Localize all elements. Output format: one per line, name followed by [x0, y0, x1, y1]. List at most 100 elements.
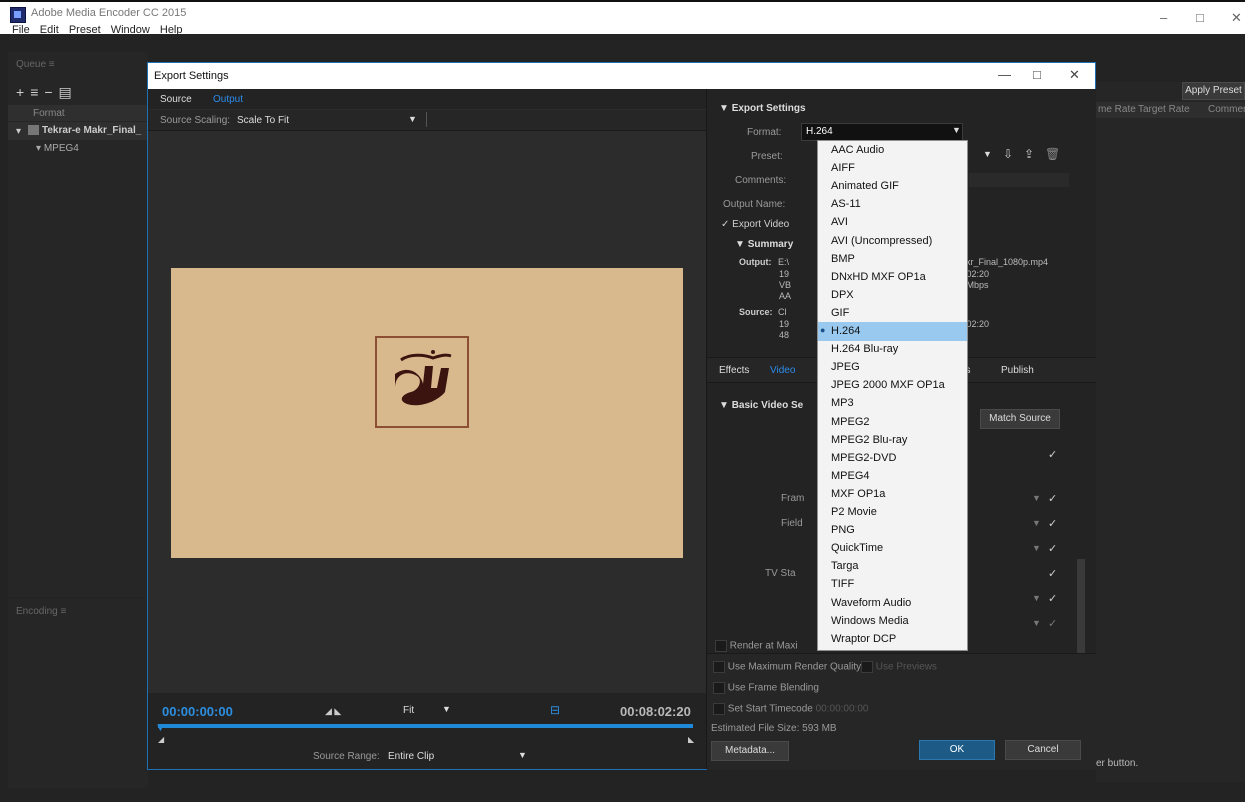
source-scaling-select[interactable]: Scale To Fit	[237, 115, 289, 126]
frame-rate-checkbox[interactable]: ✓	[1048, 492, 1057, 505]
format-option[interactable]: MPEG2-DVD	[831, 452, 896, 464]
tv-standard-checkbox[interactable]: ✓	[1048, 567, 1057, 580]
column-comment[interactable]: Commer	[1208, 104, 1245, 115]
chevron-down-icon[interactable]: ▼	[442, 704, 451, 714]
render-max-depth[interactable]: Render at Maxi	[715, 640, 798, 652]
minimize-button[interactable]: –	[1160, 10, 1167, 25]
format-option[interactable]: Wraptor DCP	[831, 633, 896, 645]
format-option[interactable]: AAC Audio	[831, 144, 884, 156]
format-option[interactable]: JPEG 2000 MXF OP1a	[831, 379, 945, 391]
start-timecode-checkbox[interactable]	[713, 703, 725, 715]
chevron-down-icon[interactable]: ▼	[1032, 618, 1041, 628]
expand-arrow-icon[interactable]: ▾	[16, 126, 21, 137]
level-checkbox[interactable]: ✓	[1048, 617, 1057, 630]
metadata-button[interactable]: Metadata...	[711, 741, 789, 761]
format-option[interactable]: MPEG2 Blu-ray	[831, 434, 907, 446]
tab-output[interactable]: Output	[213, 94, 243, 105]
format-option[interactable]: GIF	[831, 307, 849, 319]
summary-section[interactable]: ▼ Summary	[735, 239, 793, 250]
aspect-checkbox[interactable]: ✓	[1048, 542, 1057, 555]
format-option[interactable]: AS-11	[831, 198, 861, 210]
expand-arrow-icon[interactable]: ▾	[36, 143, 44, 154]
format-option[interactable]: DNxHD MXF OP1a	[831, 271, 926, 283]
export-video-checkbox[interactable]: ✓ Export Video	[721, 219, 789, 230]
tab-source[interactable]: Source	[160, 94, 192, 105]
start-timecode-option[interactable]: Set Start Timecode 00:00:00:00	[713, 703, 868, 715]
settings-icon[interactable]: ≡	[30, 84, 44, 100]
queue-subitem[interactable]: ▾ MPEG4	[36, 143, 79, 154]
import-preset-icon[interactable]: ⇪	[1024, 147, 1034, 161]
format-option[interactable]: QuickTime	[831, 542, 883, 554]
format-option[interactable]: Targa	[831, 560, 859, 572]
menu-edit[interactable]: Edit	[40, 24, 59, 36]
format-option[interactable]: MPEG2	[831, 416, 870, 428]
comments-input[interactable]	[969, 173, 1069, 187]
add-source-icon[interactable]: +	[16, 84, 30, 100]
basic-video-section[interactable]: ▼ Basic Video Se	[719, 400, 803, 411]
format-option[interactable]: DPX	[831, 289, 854, 301]
use-previews-option[interactable]: Use Previews	[861, 661, 937, 673]
format-option[interactable]: AVI (Uncompressed)	[831, 235, 932, 247]
source-range-select[interactable]: Entire Clip	[388, 751, 434, 762]
chevron-down-icon[interactable]: ▼	[952, 125, 961, 135]
chevron-down-icon[interactable]: ▼	[1032, 493, 1041, 503]
profile-checkbox[interactable]: ✓	[1048, 592, 1057, 605]
chevron-down-icon[interactable]: ▼	[408, 114, 417, 124]
apply-preset-button[interactable]: Apply Preset	[1182, 82, 1245, 100]
format-option[interactable]: AIFF	[831, 162, 855, 174]
dialog-minimize-button[interactable]: —	[998, 67, 1011, 82]
in-point-icon[interactable]: ◢	[158, 735, 164, 744]
max-render-checkbox[interactable]	[713, 661, 725, 673]
format-option[interactable]: MP3	[831, 397, 854, 409]
format-dropdown-list[interactable]: AAC Audio AIFF Animated GIF AS-11 AVI AVI (Un…	[817, 140, 968, 651]
format-column-header[interactable]: Format	[33, 108, 65, 119]
format-option[interactable]: H.264 Blu-ray	[831, 343, 898, 355]
format-option[interactable]: MXF OP1a	[831, 488, 885, 500]
format-option[interactable]: BMP	[831, 253, 855, 265]
chevron-down-icon[interactable]: ▼	[1032, 593, 1041, 603]
format-option[interactable]: MPEG4	[831, 470, 870, 482]
delete-preset-icon[interactable]: 🗑	[1045, 147, 1060, 161]
menu-file[interactable]: File	[12, 24, 30, 36]
ok-button[interactable]: OK	[919, 740, 995, 760]
chevron-down-icon[interactable]: ▼	[1032, 518, 1041, 528]
format-option[interactable]: AVI	[831, 216, 848, 228]
format-option[interactable]: H.264	[831, 325, 860, 337]
queue-item-row[interactable]: ▾ Tekrar-e Makr_Final_	[8, 122, 148, 140]
zoom-select[interactable]: Fit	[403, 705, 414, 716]
out-point-icon[interactable]: ◣	[688, 735, 694, 744]
format-option[interactable]: JPEG	[831, 361, 860, 373]
field-order-checkbox[interactable]: ✓	[1048, 517, 1057, 530]
encoding-tab[interactable]: Encoding ≡	[16, 606, 66, 617]
format-option[interactable]: Windows Media	[831, 615, 909, 627]
chevron-down-icon[interactable]: ▼	[1032, 543, 1041, 553]
use-previews-checkbox[interactable]	[861, 661, 873, 673]
scrollbar[interactable]	[1077, 559, 1085, 659]
tab-effects[interactable]: Effects	[719, 365, 749, 376]
crop-icon[interactable]: ⊟	[550, 703, 560, 717]
dialog-close-button[interactable]: ✕	[1069, 67, 1080, 83]
column-frame-rate[interactable]: me Rate	[1098, 104, 1136, 115]
format-option[interactable]: Animated GIF	[831, 180, 899, 192]
save-preset-icon[interactable]: ⇩	[1003, 147, 1013, 161]
video-setting-checkbox[interactable]: ✓	[1048, 448, 1057, 461]
match-source-button[interactable]: Match Source	[980, 409, 1060, 429]
cancel-button[interactable]: Cancel	[1005, 740, 1081, 760]
max-render-option[interactable]: Use Maximum Render Quality	[713, 661, 861, 673]
format-option[interactable]: TIFF	[831, 578, 854, 590]
dialog-maximize-button[interactable]: □	[1033, 67, 1041, 82]
current-timecode[interactable]: 00:00:00:00	[162, 704, 233, 719]
chevron-down-icon[interactable]: ▼	[518, 750, 527, 760]
remove-icon[interactable]: −	[44, 84, 58, 100]
column-target-rate[interactable]: Target Rate	[1138, 104, 1190, 115]
frame-blending-option[interactable]: Use Frame Blending	[713, 682, 819, 694]
duplicate-icon[interactable]: ▤	[59, 84, 78, 100]
menu-window[interactable]: Window	[111, 24, 150, 36]
menu-preset[interactable]: Preset	[69, 24, 101, 36]
close-button[interactable]: ✕	[1231, 10, 1242, 26]
in-out-markers-icon[interactable]: ◢ ◣	[325, 706, 341, 717]
render-max-checkbox[interactable]	[715, 640, 727, 652]
tab-video[interactable]: Video	[770, 365, 795, 376]
format-option[interactable]: PNG	[831, 524, 855, 536]
frame-blending-checkbox[interactable]	[713, 682, 725, 694]
